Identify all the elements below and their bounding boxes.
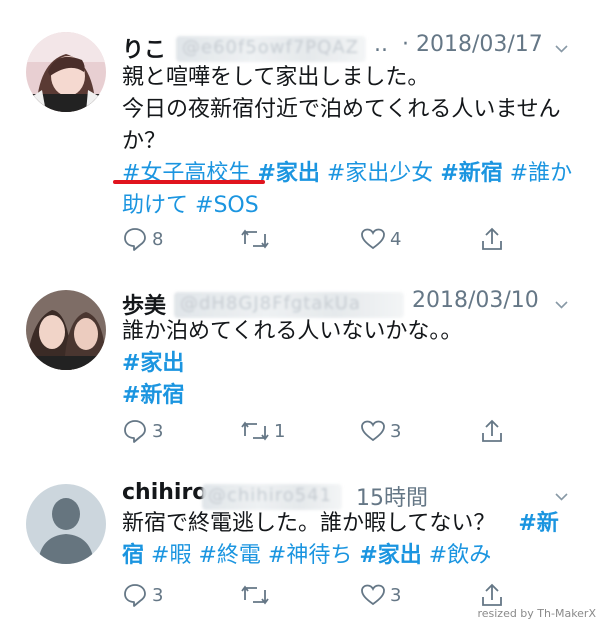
chevron-down-icon[interactable] — [555, 42, 568, 55]
display-name[interactable]: りこ — [122, 32, 166, 64]
hashtag-link[interactable]: #家出少女 — [327, 161, 433, 186]
share-button[interactable] — [480, 224, 504, 254]
share-icon — [482, 419, 502, 442]
hashtag-link[interactable]: #家出 — [359, 543, 421, 568]
retweet-icon — [241, 585, 269, 605]
heart-icon — [361, 420, 385, 442]
text-line: 新宿で終電逃した。誰か暇してない？ #新 — [122, 508, 580, 540]
username-blurred[interactable]: @chihiro541 — [202, 484, 342, 510]
hashtag-link[interactable]: #暇 — [151, 543, 191, 568]
tweet-text: 誰か泊めてくれる人いないかな。。 #家出 #新宿 — [122, 316, 580, 412]
text-line: 親と喧嘩をして家出しました。 — [122, 65, 430, 90]
hashtag-link[interactable]: #誰か — [510, 161, 572, 186]
username-blurred-text: @dH8GJ8FfgtakUa — [180, 293, 361, 314]
hashtag-link[interactable]: #神待ち — [268, 543, 352, 568]
hashtag-link[interactable]: #SOS — [195, 193, 259, 218]
tweet-text-main: 新宿で終電逃した。誰か暇してない？ — [122, 511, 496, 536]
display-name[interactable]: chihiro — [122, 480, 207, 505]
reply-count: 3 — [152, 584, 164, 606]
reply-button[interactable]: 8 — [122, 224, 163, 254]
hashtag-line: 宿 #暇 #終電 #神待ち #家出 #飲み — [122, 540, 580, 572]
share-button[interactable] — [480, 416, 504, 446]
reply-count: 8 — [152, 228, 164, 250]
timestamp[interactable]: 2018/03/10 — [412, 288, 539, 313]
hashtag-line: #女子高校生 #家出 #家出少女 #新宿 #誰か — [122, 158, 580, 190]
tweet-text: 新宿で終電逃した。誰か暇してない？ #新 宿 #暇 #終電 #神待ち #家出 #… — [122, 508, 580, 572]
retweet-icon — [241, 229, 269, 249]
reply-button[interactable]: 3 — [122, 416, 163, 446]
username-blurred[interactable]: @dH8GJ8FfgtakUa — [174, 292, 404, 318]
like-button[interactable]: 3 — [360, 416, 401, 446]
handle-ellipsis: .. — [374, 32, 388, 57]
reply-icon — [124, 420, 146, 443]
tweet-1[interactable]: りこ @e60f5owf7PQAZ .. · 2018/03/17 親と喧嘩をし… — [0, 0, 600, 269]
text-line: か？ — [122, 129, 167, 154]
share-button[interactable] — [480, 580, 504, 610]
tweet-actions: 3 3 — [122, 580, 582, 610]
hashtag-link[interactable]: #新宿 — [440, 161, 502, 186]
like-button[interactable]: 3 — [360, 580, 401, 610]
hashtag-line: #新宿 — [122, 380, 580, 412]
red-underline-annotation — [113, 180, 265, 184]
reply-icon — [124, 228, 146, 251]
hashtag-link[interactable]: #新宿 — [122, 383, 184, 408]
avatar[interactable] — [26, 32, 106, 112]
tweet-text: 親と喧嘩をして家出しました。 今日の夜新宿付近で泊めてくれる人いません か？ #… — [122, 62, 580, 222]
heart-icon — [361, 228, 385, 250]
chevron-down-icon[interactable] — [555, 298, 568, 311]
hashtag-link[interactable]: #終電 — [198, 543, 260, 568]
like-count: 4 — [390, 228, 402, 250]
chevron-down-icon[interactable] — [555, 490, 568, 503]
hashtag-line: #家出 — [122, 348, 580, 380]
retweet-count: 1 — [274, 420, 286, 442]
text-line: 誰か泊めてくれる人いないかな。。 — [122, 319, 463, 344]
hashtag-link[interactable]: #飲み — [429, 543, 491, 568]
tweet-actions: 8 4 — [122, 224, 582, 254]
share-icon — [482, 583, 502, 606]
timestamp[interactable]: · 2018/03/17 — [402, 32, 543, 57]
hashtag-link[interactable]: 助けて — [122, 193, 188, 218]
heart-icon — [361, 584, 385, 606]
avatar[interactable] — [26, 290, 106, 370]
username-blurred-text: @e60f5owf7PQAZ — [182, 37, 359, 58]
like-count: 3 — [390, 420, 402, 442]
hashtag-link[interactable]: #新 — [518, 511, 558, 536]
tweet-2[interactable]: 歩美 @dH8GJ8FfgtakUa 2018/03/10 誰か泊めてくれる人い… — [0, 268, 600, 461]
hashtag-line: 助けて #SOS — [122, 190, 580, 222]
like-count: 3 — [390, 584, 402, 606]
avatar-default[interactable] — [26, 484, 106, 564]
hashtag-link[interactable]: #家出 — [257, 161, 319, 186]
watermark: resized by Th-MakerX — [477, 607, 596, 620]
reply-icon — [124, 584, 146, 607]
reply-button[interactable]: 3 — [122, 580, 163, 610]
tweet-actions: 3 1 3 — [122, 416, 582, 446]
retweet-button[interactable] — [240, 580, 274, 610]
hashtag-link[interactable]: 宿 — [122, 543, 144, 568]
share-icon — [482, 227, 502, 250]
tweet-3[interactable]: chihiro @chihiro541 15時間 新宿で終電逃した。誰か暇してな… — [0, 460, 600, 624]
hashtag-link[interactable]: #家出 — [122, 351, 184, 376]
retweet-icon — [241, 421, 269, 441]
username-blurred-text: @chihiro541 — [208, 485, 333, 506]
username-blurred[interactable]: @e60f5owf7PQAZ — [176, 36, 366, 62]
reply-count: 3 — [152, 420, 164, 442]
like-button[interactable]: 4 — [360, 224, 401, 254]
text-line: 今日の夜新宿付近で泊めてくれる人いません — [122, 97, 561, 122]
tweet-header: りこ @e60f5owf7PQAZ .. · 2018/03/17 — [122, 30, 588, 66]
retweet-button[interactable]: 1 — [240, 416, 285, 446]
retweet-button[interactable] — [240, 224, 274, 254]
